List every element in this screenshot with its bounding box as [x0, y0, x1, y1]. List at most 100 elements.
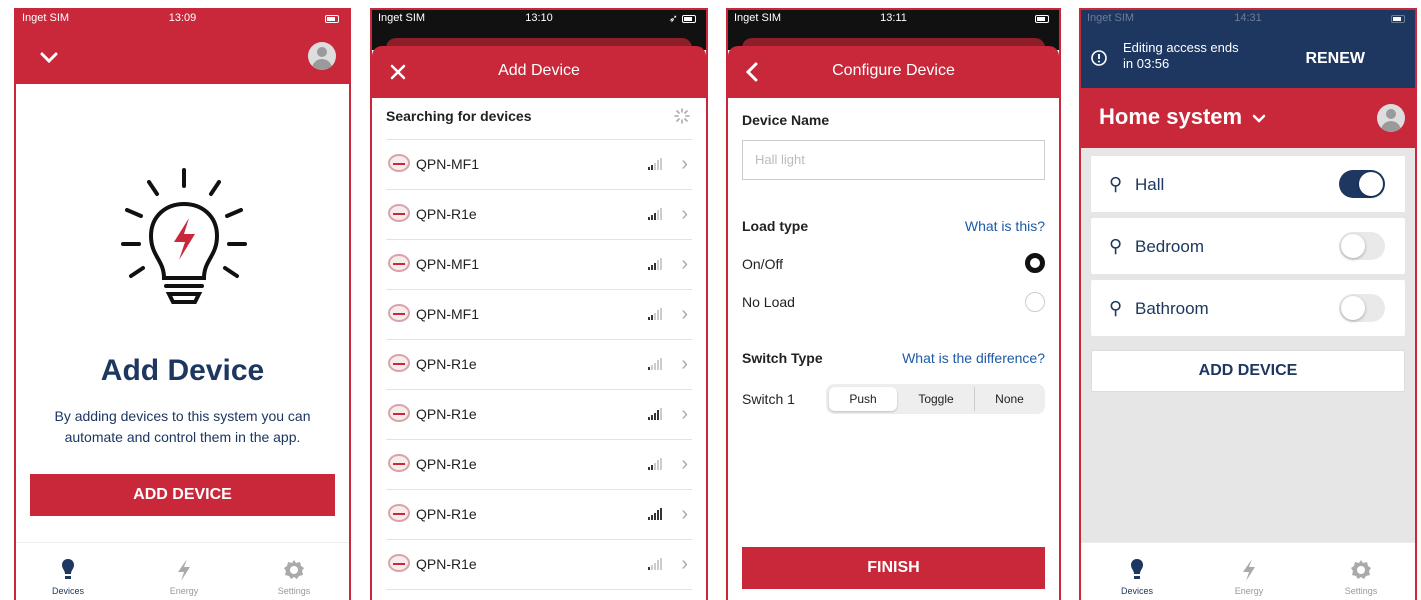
lightbulb-icon: [121, 168, 247, 304]
modal-header: Configure Device: [728, 46, 1059, 98]
room-row[interactable]: ⚲ Bathroom: [1091, 280, 1405, 336]
plug-icon: ⚲: [1109, 298, 1123, 318]
screen-add-device-intro: Inget SIM 13:09 Add Device By adding dev…: [14, 8, 351, 600]
device-list-item[interactable]: QPN-R1e ›: [386, 490, 692, 540]
device-name: QPN-MF1: [416, 156, 479, 172]
signal-bar: [654, 512, 656, 520]
room-row[interactable]: ⚲ Hall: [1091, 156, 1405, 212]
device-name: QPN-R1e: [416, 456, 477, 472]
avatar[interactable]: [1377, 104, 1405, 132]
battery-icon: [1391, 15, 1405, 23]
chevron-right-icon: ›: [681, 503, 688, 525]
option-noload-label: No Load: [742, 294, 795, 310]
room-name: Hall: [1135, 175, 1165, 194]
add-device-button[interactable]: ADD DEVICE: [1091, 350, 1405, 392]
tab-devices[interactable]: Devices: [1097, 558, 1177, 596]
device-name: QPN-R1e: [416, 356, 477, 372]
tab-energy[interactable]: Energy: [144, 558, 224, 596]
screen-device-search: Inget SIM 13:10 ➶ Add Device Searching f…: [370, 8, 708, 600]
signal-bar: [648, 567, 650, 570]
info-icon: [1091, 50, 1107, 66]
signal-bar: [654, 212, 656, 220]
signal-bar: [654, 312, 656, 320]
plug-icon: ⚲: [1109, 174, 1123, 194]
signal-bar: [654, 462, 656, 470]
signal-bar: [651, 314, 653, 320]
signal-bar: [654, 412, 656, 420]
location-icon: ➶: [668, 13, 678, 25]
signal-bar: [651, 464, 653, 470]
signal-strength-icon: [648, 358, 664, 370]
device-list-item[interactable]: QPN-MF1 ›: [386, 240, 692, 290]
chevron-right-icon: ›: [681, 453, 688, 475]
radio-onoff[interactable]: [1025, 253, 1045, 273]
power-toggle[interactable]: [1339, 232, 1385, 260]
spinner-icon: [674, 108, 690, 124]
segment-push[interactable]: Push: [829, 387, 897, 411]
battery-icon: [325, 15, 339, 23]
searching-label: Searching for devices: [386, 108, 532, 124]
signal-bar: [657, 310, 659, 320]
switch-type-label: Switch Type: [742, 350, 823, 366]
signal-bar: [651, 564, 653, 570]
segment-none[interactable]: None: [974, 387, 1044, 411]
device-list-item[interactable]: QPN-R1e ›: [386, 440, 692, 490]
status-bar: Inget SIM 13:11: [728, 10, 1059, 30]
add-device-button[interactable]: ADD DEVICE: [30, 474, 335, 516]
editing-line: in 03:56: [1123, 56, 1170, 71]
switch-type-help-link[interactable]: What is the difference?: [902, 350, 1045, 366]
device-list-item[interactable]: QPN-R1e ›: [386, 390, 692, 440]
gear-icon: [1351, 560, 1371, 579]
signal-bar: [648, 317, 650, 320]
status-bar: Inget SIM 13:09: [16, 10, 349, 30]
chevron-down-icon[interactable]: [40, 52, 58, 64]
chevron-right-icon: ›: [681, 553, 688, 575]
signal-strength-icon: [648, 508, 664, 520]
power-toggle[interactable]: [1339, 294, 1385, 322]
device-name-input[interactable]: Hall light: [742, 140, 1045, 180]
room-row[interactable]: ⚲ Bedroom: [1091, 218, 1405, 274]
finish-button[interactable]: FINISH: [742, 547, 1045, 589]
radio-noload[interactable]: [1025, 292, 1045, 312]
tab-settings[interactable]: Settings: [254, 558, 334, 596]
battery-icon: [682, 15, 696, 23]
signal-bar: [660, 258, 662, 270]
clock: 13:10: [525, 12, 553, 24]
signal-bar: [648, 517, 650, 520]
chevron-right-icon: ›: [681, 203, 688, 225]
status-bar: Inget SIM 13:10 ➶: [372, 10, 706, 30]
signal-bar: [657, 410, 659, 420]
device-icon: [388, 504, 410, 522]
signal-bar: [651, 414, 653, 420]
tab-bar: Devices Energy Settings: [16, 542, 349, 600]
signal-bar: [660, 458, 662, 470]
system-selector[interactable]: Home system: [1099, 104, 1266, 130]
device-list-item[interactable]: QPN-MF1 ›: [386, 290, 692, 340]
load-type-help-link[interactable]: What is this?: [965, 218, 1045, 234]
device-icon: [388, 354, 410, 372]
tab-label: Settings: [277, 586, 311, 596]
power-toggle[interactable]: [1339, 170, 1385, 198]
tab-settings[interactable]: Settings: [1321, 558, 1401, 596]
tab-devices[interactable]: Devices: [28, 558, 108, 596]
room-name: Bathroom: [1135, 299, 1209, 318]
avatar[interactable]: [308, 42, 336, 70]
signal-bar: [657, 560, 659, 570]
description: By adding devices to this system you can…: [16, 406, 349, 448]
device-name: QPN-R1e: [416, 506, 477, 522]
status-bar: Inget SIM 14:31: [1081, 10, 1415, 30]
device-list-item[interactable]: QPN-R1e ›: [386, 190, 692, 240]
tab-energy[interactable]: Energy: [1209, 558, 1289, 596]
signal-strength-icon: [648, 158, 664, 170]
segment-toggle[interactable]: Toggle: [900, 387, 972, 411]
renew-button[interactable]: RENEW: [1305, 50, 1365, 68]
modal-header: Add Device: [372, 46, 706, 98]
signal-bar: [660, 308, 662, 320]
signal-strength-icon: [648, 208, 664, 220]
tab-label: Energy: [169, 586, 199, 596]
device-list-item[interactable]: QPN-MF1 ›: [386, 140, 692, 190]
editing-access-banner: Inget SIM 14:31 Editing access ends in 0…: [1081, 10, 1415, 88]
signal-bar: [660, 208, 662, 220]
device-list-item[interactable]: QPN-R1e ›: [386, 540, 692, 590]
device-list-item[interactable]: QPN-R1e ›: [386, 340, 692, 390]
